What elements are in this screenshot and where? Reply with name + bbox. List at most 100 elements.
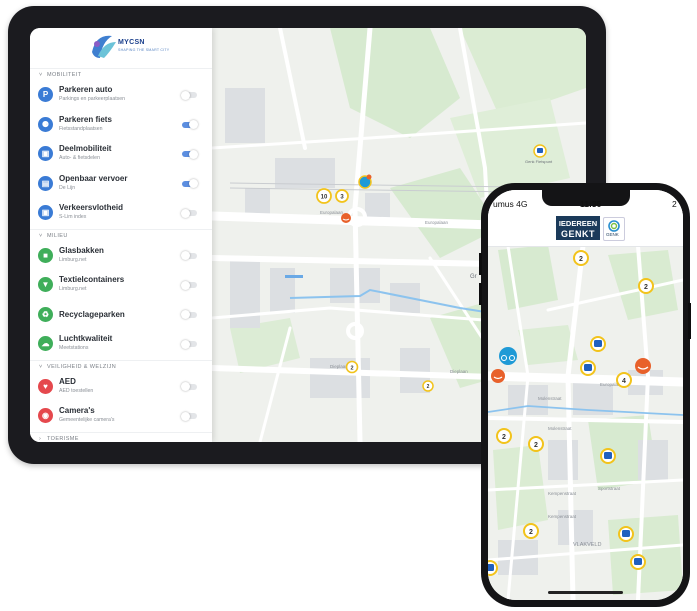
bus-stop-marker[interactable] [580, 360, 596, 376]
bus-stop-marker[interactable] [590, 336, 606, 352]
layer-item[interactable]: ▣ Deelmobiliteit Auto- & fietsdelen [30, 140, 212, 170]
layer-title: Openbaar vervoer [59, 173, 128, 183]
cluster-count: 10 [321, 195, 328, 201]
layer-toggle[interactable] [181, 411, 197, 421]
layer-title: Parkeren fiets [59, 114, 112, 124]
street-label: Dieplaan [330, 364, 348, 369]
layer-title: Textielcontainers [59, 275, 125, 284]
genk-city-label: GENK [606, 232, 619, 237]
bicycle-icon: ⚈ [38, 116, 53, 132]
section-title: VEILIGHEID & WELZIJN [47, 363, 117, 370]
layer-subtitle: Fietsstandplaatsen [59, 125, 103, 132]
toggle-knob [189, 179, 198, 188]
layer-subtitle: De Lijn [59, 184, 76, 191]
street-label: Molenstraat [538, 396, 562, 401]
phone-screen: Europalaan Molenstraat Molenstraat Kempe… [488, 190, 683, 600]
toggle-knob [189, 149, 198, 159]
bike-share-marker[interactable] [499, 347, 517, 365]
layer-item[interactable]: ☁ Luchtkwaliteit Meetstations [30, 330, 212, 360]
layer-toggle[interactable] [181, 280, 197, 290]
cluster-marker[interactable]: 2 [638, 278, 654, 294]
cluster-marker[interactable]: 2 [573, 250, 589, 266]
de-lijn-marker[interactable] [341, 213, 351, 223]
layer-item[interactable]: P Parkeren auto Parkings en parkeerplaatse… [30, 81, 212, 111]
section-title: TOERISME [47, 435, 79, 442]
partial-place-label: Gr [470, 274, 477, 280]
phone-map[interactable]: Europalaan Molenstraat Molenstraat Kempe… [488, 190, 683, 600]
cluster-count: 2 [579, 256, 583, 263]
bike-point-marker[interactable] [533, 144, 547, 158]
layer-title: Camera's [59, 406, 95, 415]
de-lijn-marker[interactable] [491, 369, 505, 383]
de-lijn-marker[interactable] [635, 358, 651, 374]
layer-title: Verkeersvlotheid [59, 203, 124, 212]
section-header[interactable]: ˅ MOBILITEIT [30, 68, 212, 81]
cluster-marker[interactable]: 10 [316, 188, 332, 204]
layer-item[interactable]: ▣ Verkeersvlotheid S-Lim index [30, 199, 212, 229]
brand-header: MYCSN SHAPING THE SMART CITY [30, 28, 212, 68]
poi-label: Genk Fietspunt [525, 159, 553, 164]
phone-power-button [688, 303, 691, 339]
layer-item[interactable]: ⚈ Parkeren fiets Fietsstandplaatsen [30, 111, 212, 141]
toggle-knob [181, 90, 190, 100]
genk-emblem-icon [608, 220, 620, 232]
layer-item[interactable]: ♥ AED AED toestellen [30, 373, 212, 403]
brand-tagline: SHAPING THE SMART CITY [118, 48, 170, 52]
layer-item[interactable]: ■ Glasbakken Limburg.net [30, 242, 212, 272]
toggle-knob [181, 280, 190, 290]
layer-title: Glasbakken [59, 245, 104, 255]
layer-subtitle: Auto- & fietsdelen [59, 155, 100, 161]
cluster-marker[interactable]: 4 [616, 372, 632, 388]
cluster-marker[interactable]: 2 [496, 428, 512, 444]
cluster-marker[interactable]: 3 [335, 189, 349, 203]
chevron-right-icon: › [39, 435, 42, 442]
cluster-marker[interactable]: 2 [528, 436, 544, 452]
layer-item[interactable]: ♻ Recyclageparken [30, 301, 212, 331]
section-header[interactable]: ˅ VEILIGHEID & WELZIJN [30, 359, 212, 373]
camera-icon: ◉ [38, 408, 53, 423]
bus-stop-marker[interactable] [600, 448, 616, 464]
bus-stop-marker[interactable] [618, 526, 634, 542]
status-bar: umus 4G 11:36 2 [488, 190, 683, 212]
layer-item[interactable]: ◉ Camera's Gemeentelijke camera's [30, 402, 212, 432]
toggle-knob [181, 382, 190, 391]
toggle-knob [181, 251, 190, 260]
chevron-down-icon: ˅ [39, 72, 43, 78]
bus-stop-marker[interactable] [630, 554, 646, 570]
cluster-marker[interactable]: 2 [422, 380, 434, 392]
bus-icon: ▤ [38, 175, 53, 191]
iedereen-genkt-logo: IEDEREEN GENKT [556, 216, 600, 240]
section-header[interactable]: › TOERISME [30, 431, 212, 443]
layer-item[interactable]: ▤ Openbaar vervoer De Lijn [30, 170, 212, 200]
layer-toggle[interactable] [182, 120, 198, 129]
cluster-count: 2 [427, 384, 430, 390]
cluster-count: 2 [644, 284, 648, 291]
layer-toggle[interactable] [181, 310, 197, 319]
layer-toggle[interactable] [181, 339, 197, 349]
logo-line-2: GENKT [561, 229, 595, 239]
layer-subtitle: Meetstations [59, 345, 89, 351]
layer-toggle[interactable] [182, 149, 198, 159]
home-indicator[interactable] [548, 591, 623, 594]
street-label: Kempenstraat [548, 514, 577, 519]
toggle-knob [181, 310, 190, 319]
layer-item[interactable]: ▼ Textielcontainers Limburg.net [30, 271, 212, 301]
layer-sections: ˅ MOBILITEIT P Parkeren auto Parkings en par… [30, 68, 212, 442]
layer-toggle[interactable] [181, 208, 197, 218]
cluster-marker[interactable]: 2 [345, 360, 359, 374]
cluster-count: 2 [350, 365, 353, 371]
layer-sidebar: MYCSN SHAPING THE SMART CITY ˅ MOBILITEIT… [30, 28, 212, 442]
bus-stop-marker[interactable] [488, 560, 498, 576]
section-header[interactable]: ˅ MILIEU [30, 228, 212, 242]
layer-toggle[interactable] [182, 179, 198, 188]
brand-name: MYCSN [118, 39, 145, 46]
section-title: MILIEU [47, 232, 68, 239]
section-title: MOBILITEIT [47, 72, 82, 78]
layer-toggle[interactable] [181, 251, 197, 260]
layer-title: AED [59, 376, 76, 386]
app-header: IEDEREEN GENKT GENK [488, 212, 683, 247]
layer-toggle[interactable] [181, 90, 197, 100]
cluster-marker[interactable]: 2 [523, 523, 539, 539]
layer-toggle[interactable] [181, 382, 197, 391]
phone-device: Europalaan Molenstraat Molenstraat Kempe… [479, 183, 691, 607]
